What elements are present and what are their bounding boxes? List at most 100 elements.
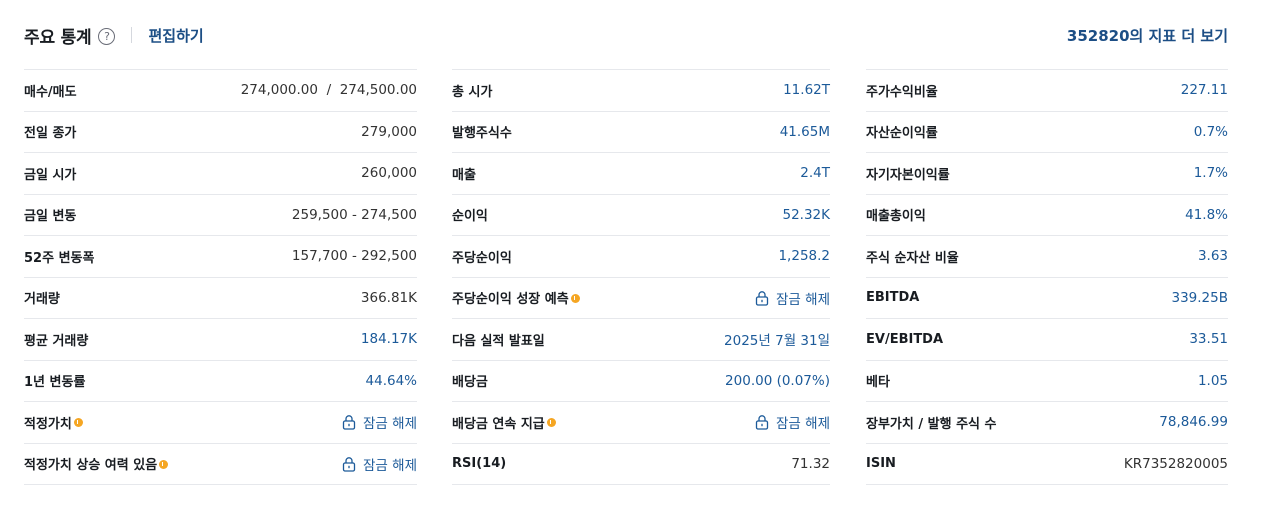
stat-row: 총 시가 11.62T <box>452 70 830 112</box>
stat-value[interactable]: 1.7% <box>1194 165 1228 181</box>
stat-row: 전일 종가 279,000 <box>24 112 417 153</box>
stat-label-text: 배당금 <box>452 375 488 391</box>
stat-value[interactable]: 2025년 7월 31일 <box>724 329 830 349</box>
unlock-label: 잠금 해제 <box>363 457 417 474</box>
stat-row: 매출 2.4T <box>452 153 830 195</box>
stat-row: 배당금 200.00 (0.07%) <box>452 361 830 402</box>
stat-label-text: EBITDA <box>866 290 920 306</box>
unlock-label: 잠금 해제 <box>776 416 830 433</box>
unlock-label: 잠금 해제 <box>363 416 417 433</box>
stat-label-text: 금일 변동 <box>24 209 77 225</box>
stat-row: RSI(14) 71.32 <box>452 444 830 485</box>
unlock-label: 잠금 해제 <box>776 291 830 308</box>
stat-label-text: 주당순이익 성장 예측 <box>452 292 569 308</box>
stat-row: 베타 1.05 <box>866 361 1228 402</box>
unlock-button[interactable]: 잠금 해제 <box>754 288 830 308</box>
pro-badge-icon <box>546 418 556 428</box>
stat-label: 평균 거래량 <box>24 330 88 349</box>
unlock-button[interactable]: 잠금 해제 <box>341 412 417 432</box>
stat-row: 매출총이익 41.8% <box>866 195 1228 236</box>
stat-label: 전일 종가 <box>24 122 76 141</box>
stat-row: 장부가치 / 발행 주식 수 78,846.99 <box>866 402 1228 444</box>
stat-label-text: 52주 변동폭 <box>24 250 95 266</box>
stat-label-text: 다음 실적 발표일 <box>452 333 545 349</box>
stat-label: ISIN <box>866 456 896 471</box>
stat-value[interactable]: 200.00 (0.07%) <box>725 373 830 389</box>
stat-value[interactable]: 3.63 <box>1198 248 1228 264</box>
stat-label-text: 매수/매도 <box>24 84 77 100</box>
stat-value[interactable]: 41.65M <box>780 124 830 140</box>
stat-label: 금일 변동 <box>24 205 76 224</box>
stat-value[interactable]: 184.17K <box>361 331 417 347</box>
stat-value: 260,000 <box>361 165 417 182</box>
stat-value: 259,500 - 274,500 <box>291 206 417 223</box>
stat-label-text: 평균 거래량 <box>24 333 89 349</box>
unlock-button[interactable]: 잠금 해제 <box>754 412 830 432</box>
stat-label-text: 발행주식수 <box>452 126 512 142</box>
stat-label-text: 순이익 <box>452 209 488 225</box>
lock-icon <box>755 290 769 306</box>
stat-row: 주당순이익 성장 예측 잠금 해제 <box>452 278 830 319</box>
stat-value[interactable]: 339.25B <box>1172 290 1229 306</box>
stat-label: 자기자본이익률 <box>866 164 950 183</box>
stat-value: 366.81K <box>360 289 417 306</box>
stat-label: 금일 시가 <box>24 164 76 183</box>
stats-header: 주요 통계 ? 편집하기 352820의 지표 더 보기 <box>24 22 1228 48</box>
stat-value[interactable]: 227.11 <box>1181 82 1228 98</box>
stat-row: 자기자본이익률 1.7% <box>866 153 1228 195</box>
stat-row: 자산순이익률 0.7% <box>866 112 1228 153</box>
stat-value[interactable]: 0.7% <box>1194 124 1228 140</box>
stat-value[interactable]: 52.32K <box>782 207 830 223</box>
lock-icon <box>342 456 356 472</box>
edit-button[interactable]: 편집하기 <box>148 25 203 46</box>
pro-badge-icon <box>570 293 580 303</box>
unlock-button[interactable]: 잠금 해제 <box>341 454 417 474</box>
stat-label-text: ISIN <box>866 456 896 472</box>
more-metrics-link[interactable]: 352820의 지표 더 보기 <box>1067 25 1228 46</box>
stat-row: EV/EBITDA 33.51 <box>866 319 1228 361</box>
stat-value[interactable]: 41.8% <box>1185 207 1228 223</box>
stat-value: 279,000 <box>361 123 417 140</box>
stat-label-text: 장부가치 / 발행 주식 수 <box>866 416 997 432</box>
lock-icon <box>755 415 769 430</box>
help-icon[interactable]: ? <box>98 27 116 45</box>
stat-label: 적정가치 상승 여력 있음 <box>24 454 169 474</box>
stat-label-text: 매출총이익 <box>866 209 926 225</box>
stat-label: 적정가치 <box>24 413 83 432</box>
stat-value[interactable]: 11.62T <box>783 82 830 98</box>
stat-label-text: 베타 <box>866 375 890 391</box>
stat-label: 주가수익비율 <box>866 81 938 100</box>
stat-label: 순이익 <box>452 205 488 224</box>
stat-label: 주당순이익 성장 예측 <box>452 288 580 307</box>
stat-label-text: 자기자본이익률 <box>866 167 950 183</box>
stat-label-text: 1년 변동률 <box>24 375 86 391</box>
stat-label: 1년 변동률 <box>24 371 85 390</box>
stat-value[interactable]: 33.51 <box>1189 331 1228 347</box>
stat-value[interactable]: 1.05 <box>1198 373 1228 389</box>
stat-value[interactable]: 78,846.99 <box>1159 414 1228 430</box>
stat-row: 적정가치 상승 여력 있음 잠금 해제 <box>24 444 417 485</box>
stat-label: 매출총이익 <box>866 205 926 224</box>
stat-row: 거래량 366.81K <box>24 278 417 319</box>
stat-row: 다음 실적 발표일 2025년 7월 31일 <box>452 319 830 361</box>
stat-label: 배당금 <box>452 371 488 390</box>
stat-row: 52주 변동폭 157,700 - 292,500 <box>24 236 417 278</box>
stat-row: 순이익 52.32K <box>452 195 830 236</box>
stat-value[interactable]: 2.4T <box>800 165 830 181</box>
section-title: 주요 통계 <box>24 27 92 48</box>
stat-label-text: 자산순이익률 <box>866 126 938 142</box>
stat-label-text: 주당순이익 <box>452 250 512 266</box>
stat-value[interactable]: 44.64% <box>366 373 417 389</box>
stat-label: 총 시가 <box>452 81 492 100</box>
stats-column-1: 매수/매도 274,000.00 / 274,500.00 전일 종가 279,000… <box>24 69 417 485</box>
stat-label-text: 매출 <box>452 167 476 183</box>
stat-label-text: 총 시가 <box>452 84 493 100</box>
stat-row: ISIN KR7352820005 <box>866 444 1228 485</box>
stat-row: 평균 거래량 184.17K <box>24 319 417 361</box>
stat-label-text: RSI(14) <box>452 456 507 472</box>
stat-label-text: 적정가치 상승 여력 있음 <box>24 458 158 474</box>
stat-label: RSI(14) <box>452 456 506 471</box>
stat-label: 베타 <box>866 371 890 390</box>
stat-value[interactable]: 1,258.2 <box>778 248 830 264</box>
stat-label: 장부가치 / 발행 주식 수 <box>866 413 997 432</box>
